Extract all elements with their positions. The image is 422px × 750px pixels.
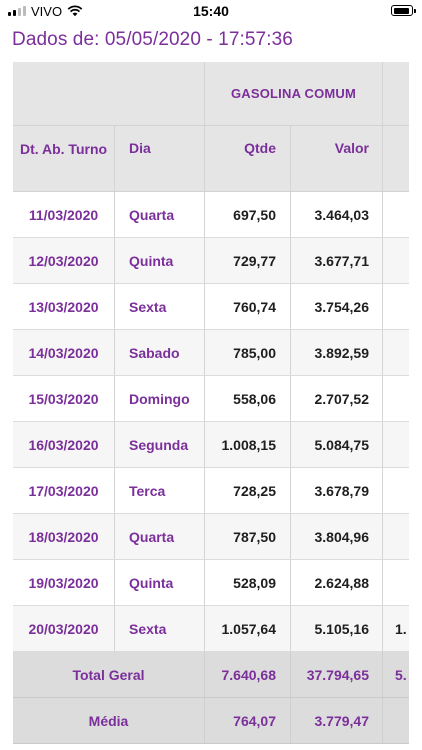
table-row: 14/03/2020 Sabado 785,00 3.892,59 — [13, 330, 409, 376]
column-header-date: Dt. Ab. Turno — [13, 126, 115, 191]
row-valor: 5.084,75 — [291, 422, 383, 467]
average-qtde: 764,07 — [205, 698, 291, 743]
row-next — [383, 238, 409, 283]
row-valor: 5.105,16 — [291, 606, 383, 651]
column-header-valor: Valor — [291, 126, 383, 191]
row-date: 15/03/2020 — [13, 376, 115, 421]
average-row: Média 764,07 3.779,47 — [13, 698, 409, 744]
battery-icon — [391, 5, 416, 16]
row-date: 11/03/2020 — [13, 192, 115, 237]
row-valor: 3.677,71 — [291, 238, 383, 283]
average-label: Média — [13, 698, 205, 743]
row-qtde: 528,09 — [205, 560, 291, 605]
row-day: Quinta — [115, 560, 205, 605]
row-valor: 3.464,03 — [291, 192, 383, 237]
row-valor: 2.624,88 — [291, 560, 383, 605]
row-valor: 3.892,59 — [291, 330, 383, 375]
row-day: Terca — [115, 468, 205, 513]
row-valor: 3.754,26 — [291, 284, 383, 329]
column-header-qtde: Qtde — [205, 126, 291, 191]
row-date: 17/03/2020 — [13, 468, 115, 513]
report-table-content: GASOLINA COMUM Dt. Ab. Turno Dia Qtde Va… — [13, 62, 409, 744]
row-date: 16/03/2020 — [13, 422, 115, 467]
group-header-next — [383, 62, 409, 125]
row-next — [383, 284, 409, 329]
page-title: Dados de: 05/05/2020 - 17:57:36 — [12, 29, 293, 50]
total-row: Total Geral 7.640,68 37.794,65 5. — [13, 652, 409, 698]
row-day: Segunda — [115, 422, 205, 467]
report-table[interactable]: GASOLINA COMUM Dt. Ab. Turno Dia Qtde Va… — [13, 62, 409, 750]
row-valor: 3.804,96 — [291, 514, 383, 559]
average-valor: 3.779,47 — [291, 698, 383, 743]
row-day: Sexta — [115, 284, 205, 329]
row-next: 1. — [395, 620, 407, 637]
row-qtde: 729,77 — [205, 238, 291, 283]
table-row: 18/03/2020 Quarta 787,50 3.804,96 — [13, 514, 409, 560]
table-row: 20/03/2020 Sexta 1.057,64 5.105,16 1. — [13, 606, 409, 652]
row-valor: 3.678,79 — [291, 468, 383, 513]
column-header-row: Dt. Ab. Turno Dia Qtde Valor — [13, 126, 409, 192]
row-date: 20/03/2020 — [13, 606, 115, 651]
table-body: 11/03/2020 Quarta 697,50 3.464,03 12/03/… — [13, 192, 409, 652]
row-date: 19/03/2020 — [13, 560, 115, 605]
row-next — [383, 468, 409, 513]
row-day: Sabado — [115, 330, 205, 375]
group-header-spacer — [13, 62, 205, 125]
clock: 15:40 — [193, 3, 229, 19]
row-date: 12/03/2020 — [13, 238, 115, 283]
table-row: 17/03/2020 Terca 728,25 3.678,79 — [13, 468, 409, 514]
table-row: 15/03/2020 Domingo 558,06 2.707,52 — [13, 376, 409, 422]
row-qtde: 1.057,64 — [205, 606, 291, 651]
table-row: 11/03/2020 Quarta 697,50 3.464,03 — [13, 192, 409, 238]
row-qtde: 785,00 — [205, 330, 291, 375]
row-qtde: 787,50 — [205, 514, 291, 559]
group-header-gasolina: GASOLINA COMUM — [205, 62, 383, 125]
column-header-day: Dia — [115, 126, 205, 191]
total-label: Total Geral — [13, 652, 205, 697]
row-day: Sexta — [115, 606, 205, 651]
row-date: 14/03/2020 — [13, 330, 115, 375]
status-bar: VIVO 15:40 — [0, 0, 422, 24]
row-next — [383, 514, 409, 559]
row-qtde: 760,74 — [205, 284, 291, 329]
row-next — [383, 422, 409, 467]
row-next — [383, 330, 409, 375]
column-header-next — [383, 126, 409, 191]
row-date: 13/03/2020 — [13, 284, 115, 329]
row-day: Quarta — [115, 514, 205, 559]
group-header-row: GASOLINA COMUM — [13, 62, 409, 126]
row-next — [383, 376, 409, 421]
row-day: Quarta — [115, 192, 205, 237]
row-date: 18/03/2020 — [13, 514, 115, 559]
total-qtde: 7.640,68 — [205, 652, 291, 697]
row-qtde: 558,06 — [205, 376, 291, 421]
table-row: 19/03/2020 Quinta 528,09 2.624,88 — [13, 560, 409, 606]
row-day: Quinta — [115, 238, 205, 283]
average-next — [383, 698, 409, 743]
table-row: 16/03/2020 Segunda 1.008,15 5.084,75 — [13, 422, 409, 468]
total-valor: 37.794,65 — [291, 652, 383, 697]
row-next — [383, 560, 409, 605]
row-qtde: 1.008,15 — [205, 422, 291, 467]
row-day: Domingo — [115, 376, 205, 421]
row-qtde: 697,50 — [205, 192, 291, 237]
total-next: 5. — [395, 666, 407, 683]
table-row: 13/03/2020 Sexta 760,74 3.754,26 — [13, 284, 409, 330]
row-qtde: 728,25 — [205, 468, 291, 513]
row-valor: 2.707,52 — [291, 376, 383, 421]
row-next — [383, 192, 409, 237]
table-row: 12/03/2020 Quinta 729,77 3.677,71 — [13, 238, 409, 284]
